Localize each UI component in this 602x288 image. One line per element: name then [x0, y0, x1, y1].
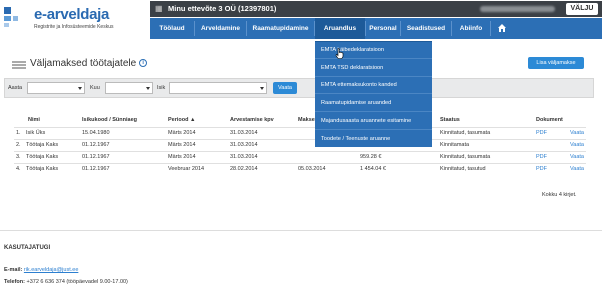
footer-title: KASUTAJATUGI	[4, 245, 51, 251]
table-row[interactable]: 1. Isik Üks 15.04.1980 Märts 2014 31.03.…	[14, 127, 586, 138]
table-row[interactable]: 2. Töötaja Kaks 01.12.1967 Märts 2014 31…	[14, 139, 586, 150]
col-name[interactable]: Nimi	[28, 117, 40, 123]
col-date[interactable]: Arvestamise kpv	[230, 117, 274, 123]
row-code: 01.12.1967	[82, 142, 110, 148]
logo-title: e-arveldaja	[34, 6, 110, 23]
year-label: Aasta	[8, 85, 23, 91]
month-select[interactable]	[105, 82, 153, 94]
logout-button[interactable]: VÄLJU	[566, 3, 598, 15]
person-label: Isik	[157, 85, 166, 91]
table-header: Nimi Isikukood / Sünniaeg Periood ▲ Arve…	[14, 115, 586, 126]
table-totals: Kokku 4 kirjet.	[542, 192, 577, 198]
chevron-down-icon	[146, 87, 150, 90]
row-code: 01.12.1967	[82, 154, 110, 160]
phone-number: +372 6 636 374 (tööpäevadel 9.00-17.00)	[26, 279, 128, 285]
nav-item-personnel[interactable]: Personal	[366, 18, 400, 39]
view-link[interactable]: Vaata	[570, 130, 584, 136]
view-link[interactable]: Vaata	[570, 166, 584, 172]
menu-item-prepayment-entries[interactable]: EMTA ettemaksukonto kanded	[315, 77, 432, 94]
row-status: Kinnitatud, tasumata	[440, 154, 491, 160]
pdf-link[interactable]: PDF	[536, 154, 547, 160]
row-number: 1.	[16, 130, 21, 136]
chevron-down-icon	[260, 87, 264, 90]
footer-email: E-mail: rik.earveldaja@just.ee	[4, 267, 78, 273]
table-row[interactable]: 4. Töötaja Kaks 01.12.1967 Veebruar 2014…	[14, 163, 586, 174]
nav-home[interactable]	[491, 18, 513, 39]
nav-item-invoicing[interactable]: Arveldamine	[195, 18, 246, 39]
list-icon	[12, 61, 26, 69]
menu-item-tsd-declaration[interactable]: EMTA TSD deklaratsioon	[315, 60, 432, 77]
pdf-link[interactable]: PDF	[536, 166, 547, 172]
building-icon: ▦	[155, 4, 163, 13]
table-row[interactable]: 3. Töötaja Kaks 01.12.1967 Märts 2014 31…	[14, 151, 586, 162]
home-icon	[498, 24, 506, 32]
row-name: Töötaja Kaks	[26, 142, 59, 148]
row-payment-date: 05.03.2014	[298, 166, 326, 172]
hand-cursor-icon	[335, 48, 344, 59]
row-date: 31.03.2014	[230, 130, 258, 136]
row-number: 3.	[16, 154, 21, 160]
row-status: Kinnitamata	[440, 142, 470, 148]
view-link[interactable]: Vaata	[570, 142, 584, 148]
email-link[interactable]: rik.earveldaja@just.ee	[24, 267, 79, 273]
row-name: Töötaja Kaks	[26, 166, 59, 172]
company-name[interactable]: Minu ettevõte 3 OÜ (12397801)	[168, 4, 276, 13]
menu-item-vat-declaration[interactable]: EMTA käibedeklaratsioon	[315, 42, 432, 59]
row-amount: 959.28 €	[360, 154, 382, 160]
menu-item-products-report[interactable]: Toodete / Teenuste aruanne	[315, 131, 432, 148]
nav-item-reports[interactable]: Aruandlus	[315, 18, 365, 39]
page-title-text: Väljamaksed töötajatele	[30, 58, 137, 69]
chevron-down-icon	[78, 87, 82, 90]
person-select[interactable]	[169, 82, 267, 94]
header: e-arveldaja Registrite ja Infosüsteemide…	[0, 0, 602, 41]
row-status: Kinnitatud, tasumata	[440, 130, 491, 136]
col-status[interactable]: Staatus	[440, 117, 460, 123]
pdf-link[interactable]: PDF	[536, 130, 547, 136]
row-period: Märts 2014	[168, 154, 196, 160]
row-number: 2.	[16, 142, 21, 148]
row-number: 4.	[16, 166, 21, 172]
logo[interactable]: e-arveldaja Registrite ja Infosüsteemide…	[4, 4, 113, 34]
row-name: Töötaja Kaks	[26, 154, 59, 160]
col-code[interactable]: Isikukood / Sünniaeg	[82, 117, 137, 123]
main-nav: Töölaud Arveldamine Raamatupidamine Arua…	[150, 18, 602, 39]
footer-divider	[0, 230, 602, 231]
user-name-blurred	[480, 6, 555, 12]
row-date: 31.03.2014	[230, 154, 258, 160]
footer-phone: Telefon: +372 6 636 374 (tööpäevadel 9.0…	[4, 279, 128, 285]
logo-mark-icon	[4, 7, 18, 27]
month-label: Kuu	[90, 85, 100, 91]
page-title: Väljamaksed töötajatele i	[30, 58, 148, 69]
nav-item-help[interactable]: Abiinfo	[452, 18, 490, 39]
row-status: Kinnitatud, tasutud	[440, 166, 486, 172]
col-period[interactable]: Periood ▲	[168, 117, 195, 123]
reports-dropdown-menu: EMTA käibedeklaratsioon EMTA TSD deklara…	[315, 41, 432, 147]
company-bar: ▦ Minu ettevõte 3 OÜ (12397801) VÄLJU	[150, 1, 602, 17]
year-select[interactable]	[27, 82, 85, 94]
row-date: 31.03.2014	[230, 142, 258, 148]
row-code: 01.12.1967	[82, 166, 110, 172]
row-amount: 1 454.04 €	[360, 166, 386, 172]
add-payout-button[interactable]: Lisa väljamakse	[528, 57, 584, 69]
view-link[interactable]: Vaata	[570, 154, 584, 160]
menu-item-annual-reports[interactable]: Majandusaasta aruannete esitamine	[315, 113, 432, 130]
row-period: Märts 2014	[168, 130, 196, 136]
filter-bar: Aasta Kuu Isik Vaata	[4, 78, 594, 98]
phone-label: Telefon:	[4, 279, 25, 285]
logo-subtitle: Registrite ja Infosüsteemide Keskus	[34, 24, 114, 30]
col-payment[interactable]: Makse	[298, 117, 315, 123]
nav-item-settings[interactable]: Seadistused	[401, 18, 451, 39]
menu-item-accounting-reports[interactable]: Raamatupidamise aruanded	[315, 95, 432, 112]
col-document: Dokument	[536, 117, 563, 123]
nav-item-dashboard[interactable]: Töölaud	[150, 18, 194, 39]
row-code: 15.04.1980	[82, 130, 110, 136]
row-date: 28.02.2014	[230, 166, 258, 172]
nav-item-accounting[interactable]: Raamatupidamine	[247, 18, 314, 39]
info-icon[interactable]: i	[139, 59, 148, 67]
search-button[interactable]: Vaata	[273, 82, 297, 94]
row-period: Märts 2014	[168, 142, 196, 148]
row-period: Veebruar 2014	[168, 166, 205, 172]
row-name: Isik Üks	[26, 130, 46, 136]
email-label: E-mail:	[4, 267, 23, 273]
